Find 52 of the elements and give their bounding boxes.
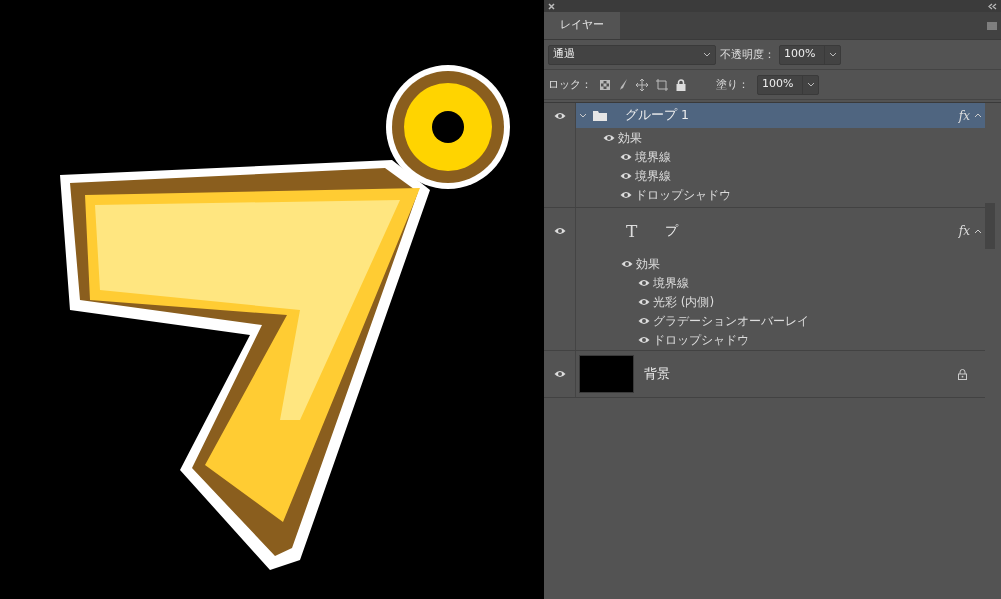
eye-icon[interactable]	[638, 297, 650, 306]
effects-badge[interactable]: fx	[958, 222, 970, 240]
layers-tab[interactable]: レイヤー	[544, 12, 620, 39]
effect-name: 境界線	[653, 274, 689, 292]
text-layer-icon: T	[626, 222, 638, 240]
effects-badge[interactable]: fx	[958, 106, 970, 125]
opacity-label: 不透明度：	[720, 46, 775, 62]
effect-name: グラデーションオーバーレイ	[653, 312, 809, 330]
checkerboard-icon[interactable]	[600, 79, 610, 90]
lock-icon[interactable]	[676, 78, 686, 91]
layer-name: プ	[665, 221, 679, 240]
layer-name: 背景	[644, 364, 670, 383]
layer-thumbnail	[579, 355, 634, 393]
eye-icon[interactable]	[638, 278, 650, 287]
fill-label: 塗り：	[716, 76, 749, 92]
layer-row[interactable]: グループ 1 fx	[576, 103, 985, 128]
chevron-icon[interactable]	[579, 113, 587, 118]
move-icon[interactable]	[636, 78, 648, 91]
lock-label: ロック：	[548, 76, 592, 92]
effects-label: 効果	[636, 255, 660, 273]
eye-icon[interactable]	[620, 190, 632, 199]
eye-icon[interactable]	[638, 316, 650, 325]
folder-icon	[593, 110, 607, 121]
collapse-caret-icon[interactable]	[974, 228, 982, 234]
collapse-icon[interactable]	[988, 2, 997, 10]
effects-label: 効果	[618, 129, 642, 147]
effect-name: ドロップシャドウ	[635, 186, 731, 204]
eye-icon[interactable]	[603, 133, 615, 142]
brush-icon[interactable]	[618, 78, 628, 91]
caret-icon[interactable]	[828, 52, 837, 57]
fill-field[interactable]: 100%	[757, 74, 819, 95]
opacity-field[interactable]: 100%	[779, 44, 841, 65]
effect-name: ドロップシャドウ	[653, 331, 749, 349]
blend-mode-dropdown[interactable]: 通過	[548, 44, 716, 65]
layer-row[interactable]: 背景	[576, 351, 985, 397]
eye-icon[interactable]	[638, 335, 650, 344]
layer-name: グループ 1	[625, 106, 689, 125]
caret-icon[interactable]	[806, 82, 815, 87]
collapse-caret-icon[interactable]	[974, 113, 982, 118]
crop-icon[interactable]	[656, 78, 668, 91]
eye-icon[interactable]	[620, 171, 632, 180]
eye-icon[interactable]	[553, 227, 566, 235]
eye-icon[interactable]	[620, 152, 632, 161]
eye-icon[interactable]	[553, 370, 566, 378]
effect-name: 境界線	[635, 167, 671, 185]
effect-name: 境界線	[635, 148, 671, 166]
eye-icon[interactable]	[621, 259, 633, 268]
caret-icon[interactable]	[703, 52, 711, 57]
layer-row[interactable]: T プ fx	[576, 208, 985, 254]
close-icon[interactable]	[548, 2, 555, 10]
eye-icon[interactable]	[553, 111, 566, 120]
effect-name: 光彩 (内側)	[653, 293, 715, 311]
